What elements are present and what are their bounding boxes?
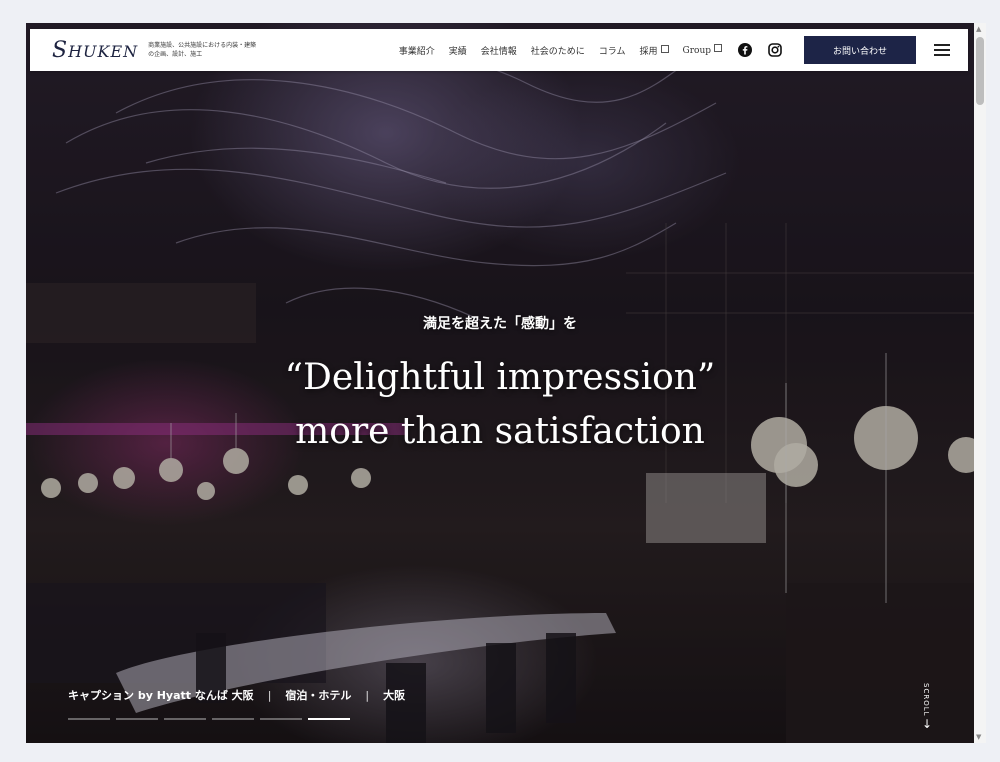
page-scrollbar[interactable]: ▲ ▼ [974, 23, 986, 743]
nav-item-company[interactable]: 会社情報 [481, 44, 517, 57]
hero-headline-line2: more than satisfaction [295, 411, 705, 452]
caption-separator: | [267, 688, 272, 702]
contact-button[interactable]: お問い合わせ [804, 36, 916, 64]
slide-indicator[interactable] [116, 718, 158, 720]
nav-item-group[interactable]: Group [682, 43, 722, 56]
company-tagline: 商業施設、公共施設における内装・建築の企画、設計、施工 [148, 42, 257, 58]
main-nav: 事業紹介 実績 会社情報 社会のために コラム 採用 Group お問い合わせ [385, 36, 968, 64]
scroll-up-icon[interactable]: ▲ [976, 25, 981, 33]
nav-item-business[interactable]: 事業紹介 [399, 44, 435, 57]
facebook-icon[interactable] [738, 43, 752, 57]
external-link-icon [714, 43, 722, 52]
slide-indicator[interactable] [212, 718, 254, 720]
nav-item-column[interactable]: コラム [599, 44, 626, 57]
instagram-icon[interactable] [768, 43, 782, 57]
hero-catchphrase: 満足を超えた「感動」を [423, 316, 577, 332]
hero-headline-line1: “Delightful impression” [284, 357, 716, 398]
scrollbar-thumb[interactable] [976, 37, 984, 105]
slide-caption[interactable]: キャプション by Hyatt なんば 大阪 | 宿泊・ホテル | 大阪 [68, 687, 405, 703]
nav-item-recruit[interactable]: 採用 [640, 44, 669, 57]
scroll-down-icon[interactable]: ▼ [976, 733, 981, 741]
nav-item-recruit-label: 採用 [639, 46, 658, 57]
caption-category: 宿泊・ホテル [285, 689, 352, 702]
slide-indicator[interactable] [68, 718, 110, 720]
slide-indicator-active[interactable] [308, 718, 350, 720]
hero-headline: “Delightful impression” more than satisf… [26, 351, 974, 459]
caption-project: キャプション by Hyatt なんば 大阪 [68, 689, 254, 702]
nav-item-group-label: Group [682, 45, 711, 56]
site-header: SHUKEN 商業施設、公共施設における内装・建築の企画、設計、施工 事業紹介 … [30, 29, 968, 71]
slide-indicator[interactable] [260, 718, 302, 720]
nav-item-works[interactable]: 実績 [449, 44, 467, 57]
shuken-logo[interactable]: SHUKEN [52, 38, 138, 63]
browser-viewport: SHUKEN 商業施設、公共施設における内装・建築の企画、設計、施工 事業紹介 … [26, 23, 974, 743]
nav-item-society[interactable]: 社会のために [531, 44, 585, 57]
caption-separator: | [365, 688, 370, 702]
scroll-label: SCROLL [922, 683, 930, 717]
external-link-icon [660, 44, 669, 53]
caption-location: 大阪 [383, 689, 406, 702]
hamburger-menu-icon[interactable] [934, 44, 950, 56]
arrow-down-icon: ↓ [922, 717, 933, 731]
slide-indicators [68, 718, 350, 720]
slide-indicator[interactable] [164, 718, 206, 720]
